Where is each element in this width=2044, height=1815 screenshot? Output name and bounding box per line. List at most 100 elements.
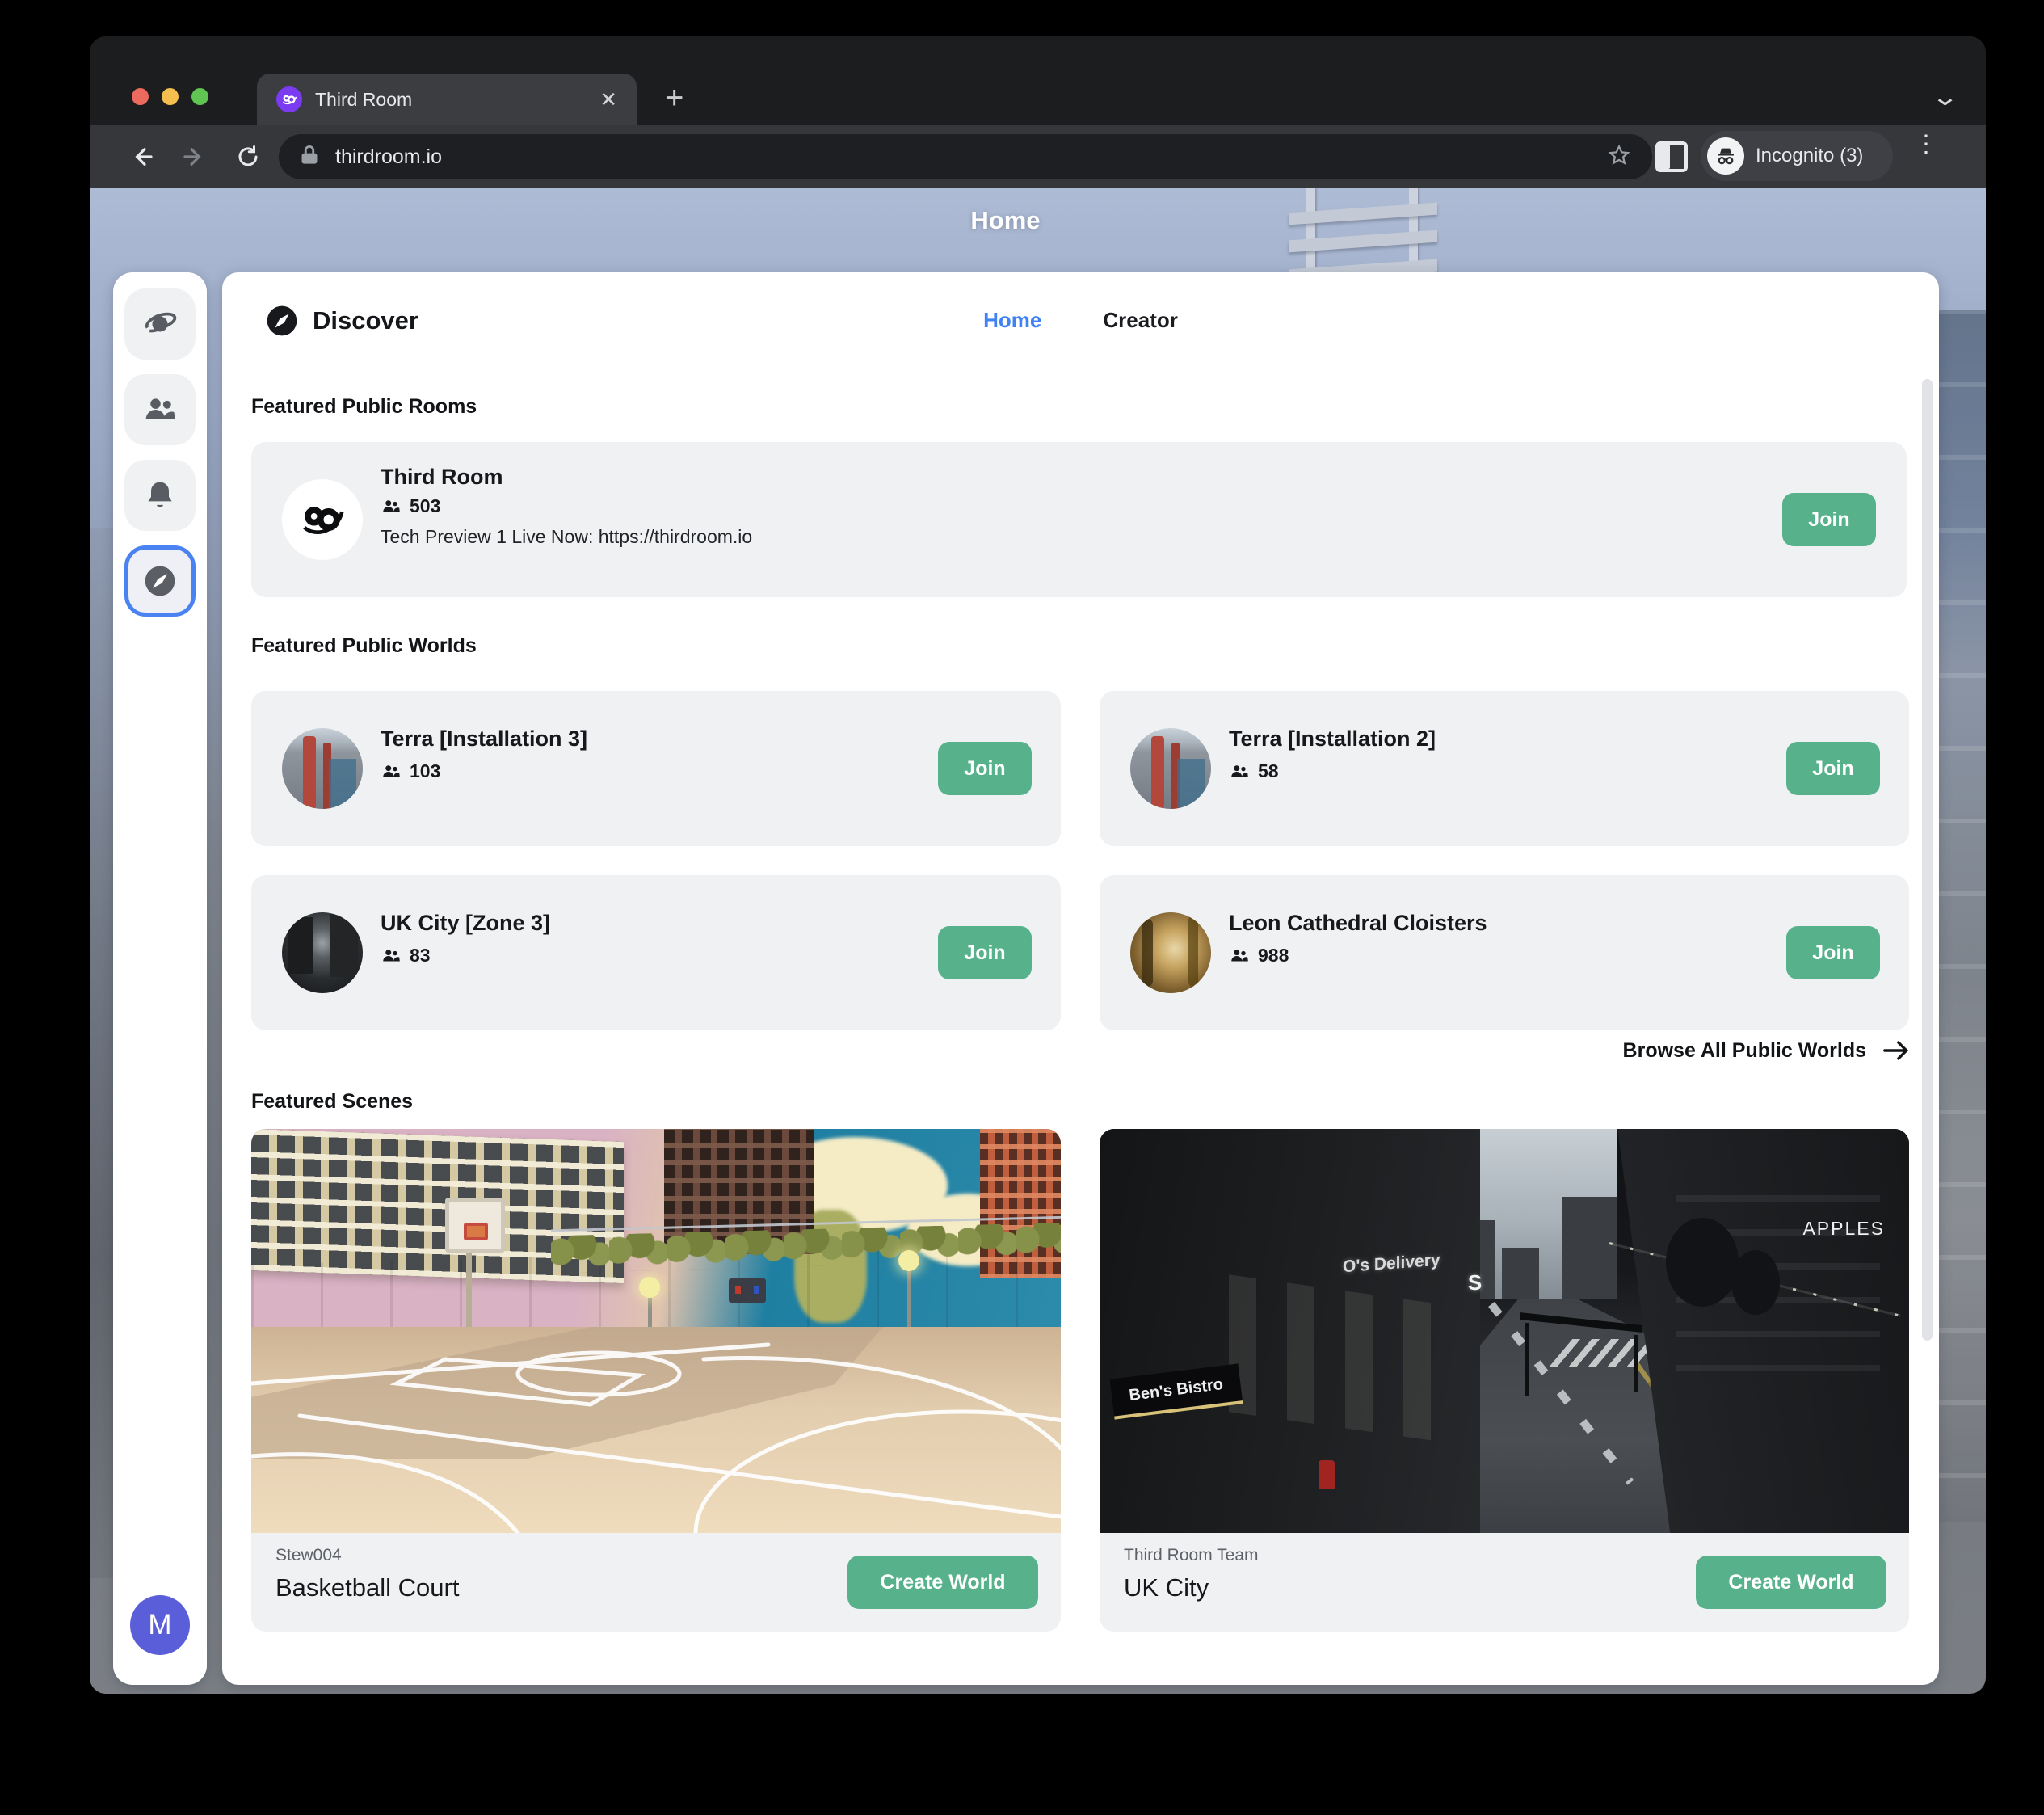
members-icon	[381, 496, 402, 517]
world-avatar	[1130, 912, 1211, 993]
new-tab-button[interactable]: +	[665, 82, 683, 114]
browser-window: Third Room ✕ + ⌄ thirdroom.io	[90, 36, 1986, 1694]
reload-icon[interactable]	[225, 125, 271, 188]
browse-all-public-worlds-link[interactable]: Browse All Public Worlds	[1623, 1038, 1910, 1063]
browser-toolbar: thirdroom.io Incognito (3) ⋮	[90, 125, 1986, 188]
browser-menu-icon[interactable]: ⋮	[1914, 138, 1930, 150]
scene-building	[1100, 1129, 1480, 1533]
members-icon	[381, 761, 402, 782]
scene-attribution: Third Room Team	[1124, 1546, 1259, 1565]
world-name: Leon Cathedral Cloisters	[1229, 911, 1487, 936]
browser-tab-third-room[interactable]: Third Room ✕	[257, 74, 637, 125]
world-card: Terra [Installation 2] 58 Join	[1100, 691, 1909, 846]
scene-attribution: Stew004	[275, 1546, 342, 1565]
member-count: 503	[410, 495, 440, 517]
minimize-window-button[interactable]	[162, 88, 179, 105]
world-name: Terra [Installation 3]	[381, 726, 587, 752]
sidebar-item-notifications[interactable]	[124, 460, 196, 531]
scene-scoreboard	[729, 1278, 766, 1303]
sidebar-item-worlds[interactable]	[124, 288, 196, 360]
world-card: Terra [Installation 3] 103 Join	[251, 691, 1061, 846]
incognito-badge[interactable]: Incognito (3)	[1701, 131, 1893, 181]
side-panel-icon[interactable]	[1655, 141, 1688, 172]
member-count-row: 58	[1229, 760, 1279, 782]
bookmark-star-icon[interactable]	[1607, 143, 1631, 171]
apples-sign: APPLES	[1802, 1218, 1885, 1240]
tab-close-icon[interactable]: ✕	[599, 89, 617, 110]
join-button[interactable]: Join	[938, 926, 1032, 979]
url-text: thirdroom.io	[335, 145, 1607, 169]
featured-public-rooms-heading: Featured Public Rooms	[251, 395, 477, 419]
page-title: Home	[90, 206, 1921, 235]
third-room-favicon-icon	[276, 86, 302, 112]
third-room-logo-icon	[282, 479, 363, 560]
scene-footer: Stew004 Basketball Court Create World	[251, 1533, 1061, 1632]
scene-name: UK City	[1124, 1573, 1209, 1602]
window-controls	[132, 88, 208, 105]
compass-icon	[142, 563, 178, 599]
member-count: 58	[1258, 760, 1279, 782]
member-count-row: 988	[1229, 945, 1289, 966]
members-icon	[381, 945, 402, 966]
room-card-third-room: Third Room 503 Tech Preview 1 Live Now: …	[251, 442, 1907, 597]
world-card: Leon Cathedral Cloisters 988 Join	[1100, 875, 1909, 1030]
incognito-icon	[1707, 137, 1744, 175]
tab-creator[interactable]: Creator	[1103, 308, 1177, 333]
room-name: Third Room	[381, 465, 503, 490]
member-count-row: 503	[381, 495, 440, 517]
world-avatar	[282, 728, 363, 809]
arrow-right-icon	[1882, 1038, 1910, 1063]
discover-compass-icon	[266, 305, 298, 337]
people-icon	[142, 392, 178, 427]
background-building-decoration	[1937, 310, 1986, 1522]
tab-home[interactable]: Home	[983, 308, 1041, 333]
planet-icon	[142, 306, 178, 342]
court-lines	[251, 1327, 1061, 1533]
members-icon	[1229, 945, 1250, 966]
scene-card-uk-city[interactable]: Ben's Bistro O's Delivery S APPLES Third…	[1100, 1129, 1909, 1632]
zoom-window-button[interactable]	[191, 88, 208, 105]
post-box	[1319, 1460, 1335, 1489]
close-window-button[interactable]	[132, 88, 149, 105]
scene-card-basketball-court[interactable]: Stew004 Basketball Court Create World	[251, 1129, 1061, 1632]
world-card: UK City [Zone 3] 83 Join	[251, 875, 1061, 1030]
discover-panel: Discover Home Creator Featured Public Ro…	[222, 272, 1939, 1685]
world-avatar	[282, 912, 363, 993]
scene-footer: Third Room Team UK City Create World	[1100, 1533, 1909, 1632]
sidebar-item-discover[interactable]	[124, 545, 196, 617]
join-button[interactable]: Join	[1782, 493, 1876, 546]
basketball-hoop	[445, 1198, 505, 1253]
create-world-button[interactable]: Create World	[1696, 1556, 1886, 1609]
app-sidebar: M	[113, 272, 207, 1685]
room-description: Tech Preview 1 Live Now: https://thirdro…	[381, 526, 752, 548]
forward-icon[interactable]	[172, 125, 217, 188]
s-logo-sign: S	[1468, 1270, 1482, 1295]
member-count-row: 103	[381, 760, 440, 782]
create-world-button[interactable]: Create World	[847, 1556, 1038, 1609]
back-icon[interactable]	[119, 125, 164, 188]
lock-icon	[300, 145, 319, 170]
discover-tabs: Home Creator	[983, 308, 1178, 333]
background-building-decoration	[90, 528, 114, 1578]
address-bar[interactable]: thirdroom.io	[279, 134, 1652, 179]
member-count-row: 83	[381, 945, 431, 966]
join-button[interactable]: Join	[938, 742, 1032, 795]
scene-preview-image: Ben's Bistro O's Delivery S APPLES	[1100, 1129, 1909, 1533]
tab-strip: Third Room ✕ + ⌄	[90, 36, 1986, 125]
scene-name: Basketball Court	[275, 1573, 459, 1602]
tab-search-chevron-icon[interactable]: ⌄	[1931, 83, 1959, 112]
bell-icon	[142, 478, 178, 513]
join-button[interactable]: Join	[1786, 742, 1880, 795]
featured-scenes-heading: Featured Scenes	[251, 1090, 413, 1114]
scene-preview-image	[251, 1129, 1061, 1533]
join-button[interactable]: Join	[1786, 926, 1880, 979]
incognito-label: Incognito (3)	[1756, 145, 1863, 167]
user-avatar[interactable]: M	[130, 1595, 190, 1655]
member-count: 83	[410, 945, 431, 966]
panel-scrollbar-thumb[interactable]	[1922, 379, 1933, 1341]
tab-title: Third Room	[315, 89, 599, 111]
sidebar-item-friends[interactable]	[124, 374, 196, 445]
world-name: UK City [Zone 3]	[381, 911, 550, 936]
browse-all-label: Browse All Public Worlds	[1623, 1039, 1866, 1063]
members-icon	[1229, 761, 1250, 782]
